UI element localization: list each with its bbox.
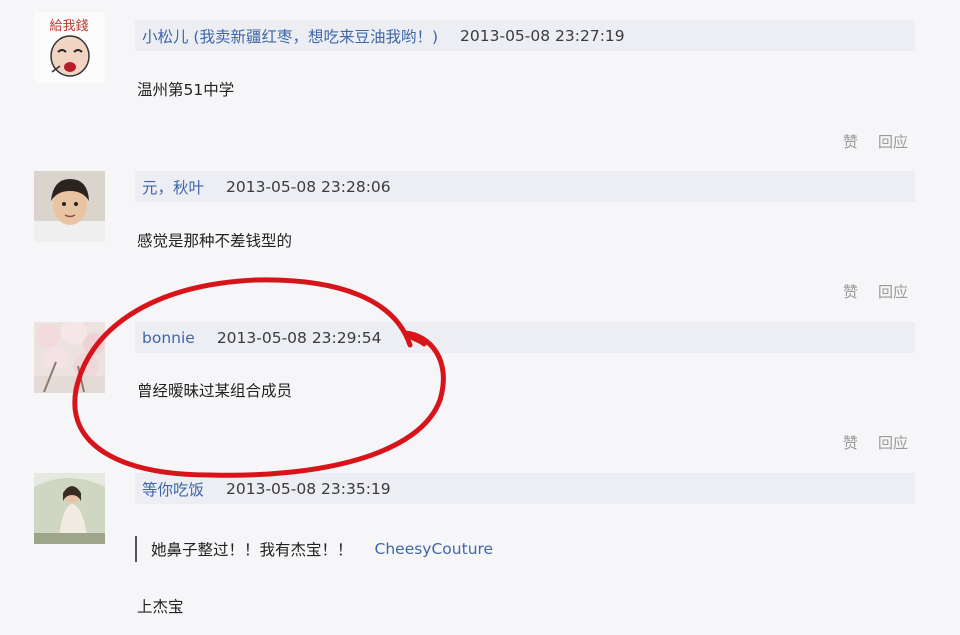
reply-button[interactable]: 回应 (878, 281, 908, 302)
comment-timestamp: 2013-05-08 23:35:19 (226, 479, 391, 498)
avatar[interactable] (34, 171, 105, 242)
comment-author[interactable]: 等你吃饭 (142, 478, 204, 500)
quote-text: 她鼻子整过！！我有杰宝！！ (151, 541, 353, 559)
comment-author[interactable]: bonnie (142, 329, 195, 347)
comment-timestamp: 2013-05-08 23:27:19 (460, 26, 625, 45)
avatar[interactable] (34, 322, 105, 393)
comment-thread: 給我錢 小松儿 (我卖新疆红枣，想吃来豆油我哟！) 2013-05-08 23:… (0, 0, 960, 635)
reply-button[interactable]: 回应 (878, 131, 908, 152)
comment-timestamp: 2013-05-08 23:28:06 (226, 177, 391, 196)
avatar[interactable]: 給我錢 (34, 12, 105, 83)
comment-actions: 赞 回应 (843, 432, 908, 453)
comment-text: 上杰宝 (137, 598, 184, 616)
comment-text: 曾经暧昧过某组合成员 (137, 382, 293, 400)
blossom-photo-avatar-icon (34, 322, 105, 393)
avatar-caption: 給我錢 (49, 18, 88, 34)
comment-text: 温州第51中学 (137, 81, 235, 99)
comment-meta: 元，秋叶 2013-05-08 23:28:06 (135, 171, 915, 202)
like-button[interactable]: 赞 (843, 131, 858, 152)
quote-author-link[interactable]: CheesyCouture (375, 540, 494, 558)
comment-author[interactable]: 小松儿 (我卖新疆红枣，想吃来豆油我哟！) (142, 25, 438, 47)
quoted-comment: 她鼻子整过！！我有杰宝！！ CheesyCouture (135, 536, 493, 562)
comment-actions: 赞 回应 (843, 281, 908, 302)
avatar[interactable] (34, 473, 105, 544)
comment-meta: bonnie 2013-05-08 23:29:54 (135, 322, 915, 353)
like-button[interactable]: 赞 (843, 432, 858, 453)
cartoon-face-avatar-icon: 給我錢 (34, 12, 105, 83)
like-button[interactable]: 赞 (843, 281, 858, 302)
comment-author[interactable]: 元，秋叶 (142, 176, 204, 198)
comment-meta: 小松儿 (我卖新疆红枣，想吃来豆油我哟！) 2013-05-08 23:27:1… (135, 20, 915, 51)
reply-button[interactable]: 回应 (878, 432, 908, 453)
comment-meta: 等你吃饭 2013-05-08 23:35:19 (135, 473, 915, 504)
girl-photo-avatar-icon (34, 473, 105, 544)
comment-actions: 赞 回应 (843, 131, 908, 152)
child-photo-avatar-icon (34, 171, 105, 242)
comment-text: 感觉是那种不差钱型的 (137, 232, 293, 250)
comment-timestamp: 2013-05-08 23:29:54 (216, 328, 382, 347)
